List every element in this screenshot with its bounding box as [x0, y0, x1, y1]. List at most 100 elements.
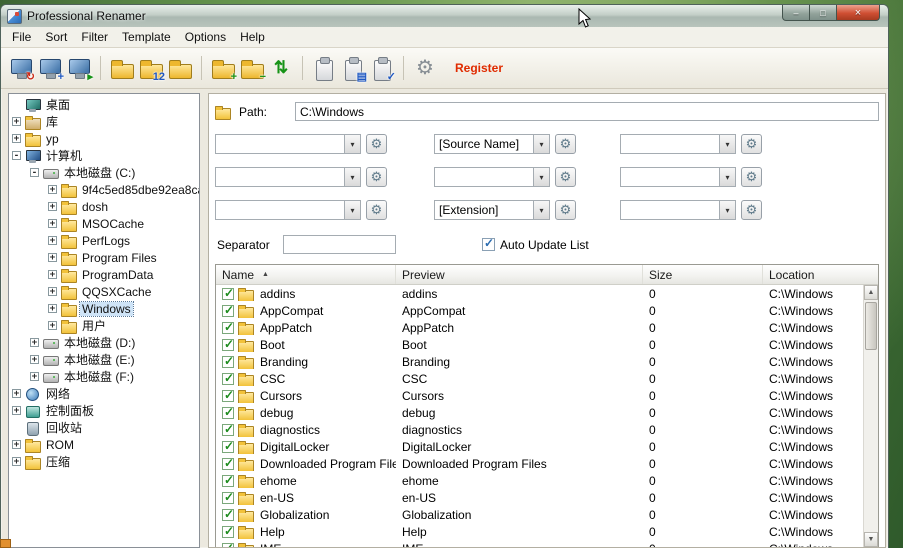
close-button[interactable]: × [837, 5, 880, 21]
column-header[interactable]: Name ▲ [216, 265, 396, 284]
row-checkbox[interactable] [222, 543, 234, 548]
expander-icon[interactable]: + [30, 355, 39, 364]
rule-settings-button[interactable]: ⚙ [741, 134, 762, 154]
tree-item[interactable]: 回收站 [9, 419, 199, 436]
file-row[interactable]: AppPatch AppPatch 0 C:\Windows [216, 319, 863, 336]
rule-settings-button[interactable]: ⚙ [555, 167, 576, 187]
rule-dropdown[interactable]: ▾ [215, 167, 361, 187]
path-input[interactable] [295, 102, 879, 121]
tree-item[interactable]: + Windows [9, 300, 199, 317]
chevron-down-icon[interactable]: ▾ [719, 135, 735, 153]
auto-update-checkbox[interactable] [482, 238, 495, 251]
menu-item[interactable]: Help [233, 28, 272, 46]
tree-item[interactable]: + QQSXCache [9, 283, 199, 300]
tree-item[interactable]: + 本地磁盘 (E:) [9, 351, 199, 368]
row-checkbox[interactable] [222, 509, 234, 521]
expander-icon[interactable]: + [12, 134, 21, 143]
menu-item[interactable]: Sort [38, 28, 74, 46]
chevron-down-icon[interactable]: ▾ [533, 135, 549, 153]
file-row[interactable]: DigitalLocker DigitalLocker 0 C:\Windows [216, 438, 863, 455]
row-checkbox[interactable] [222, 424, 234, 436]
tree-item[interactable]: 桌面 [9, 96, 199, 113]
tree-item[interactable]: + 库 [9, 113, 199, 130]
expander-icon[interactable]: - [12, 151, 21, 160]
tree-item[interactable]: + ROM [9, 436, 199, 453]
rule-dropdown[interactable]: ▾ [434, 167, 550, 187]
chevron-down-icon[interactable]: ▾ [533, 201, 549, 219]
file-row[interactable]: diagnostics diagnostics 0 C:\Windows [216, 421, 863, 438]
file-row[interactable]: debug debug 0 C:\Windows [216, 404, 863, 421]
expander-icon[interactable]: + [48, 236, 57, 245]
row-checkbox[interactable] [222, 475, 234, 487]
expander-icon[interactable]: - [30, 168, 39, 177]
open-folder-icon[interactable] [109, 55, 135, 81]
expander-icon[interactable]: + [12, 457, 21, 466]
row-checkbox[interactable] [222, 441, 234, 453]
column-header[interactable]: Location [763, 265, 863, 284]
file-row[interactable]: ehome ehome 0 C:\Windows [216, 472, 863, 489]
expander-icon[interactable]: + [12, 440, 21, 449]
remove-files-icon[interactable]: − [239, 55, 265, 81]
file-row[interactable]: IME IME 0 C:\Windows [216, 540, 863, 547]
file-row[interactable]: Branding Branding 0 C:\Windows [216, 353, 863, 370]
expander-icon[interactable]: + [48, 202, 57, 211]
rule-dropdown[interactable]: [Source Name] ▾ [434, 134, 550, 154]
expander-icon[interactable]: + [12, 406, 21, 415]
file-row[interactable]: CSC CSC 0 C:\Windows [216, 370, 863, 387]
scrollbar-thumb[interactable] [865, 302, 877, 350]
rule-settings-button[interactable]: ⚙ [366, 167, 387, 187]
tree-item[interactable]: + Program Files [9, 249, 199, 266]
batch-rename-icon[interactable]: 12 [138, 55, 164, 81]
expander-icon[interactable]: + [48, 253, 57, 262]
expander-icon[interactable]: + [30, 372, 39, 381]
maximize-button[interactable]: □ [810, 5, 837, 21]
expander-icon[interactable]: + [48, 321, 57, 330]
row-checkbox[interactable] [222, 322, 234, 334]
rule-settings-button[interactable]: ⚙ [741, 167, 762, 187]
row-checkbox[interactable] [222, 390, 234, 402]
rule-settings-button[interactable]: ⚙ [555, 200, 576, 220]
tree-item[interactable]: + 控制面板 [9, 402, 199, 419]
tree-item[interactable]: + 本地磁盘 (D:) [9, 334, 199, 351]
tree-item[interactable]: + yp [9, 130, 199, 147]
preview-list-icon[interactable]: ✓ [369, 55, 395, 81]
scroll-down-button[interactable]: ▼ [864, 532, 878, 547]
expander-icon[interactable]: + [48, 304, 57, 313]
rule-dropdown[interactable]: ▾ [215, 134, 361, 154]
row-checkbox[interactable] [222, 339, 234, 351]
rule-settings-button[interactable]: ⚙ [366, 200, 387, 220]
row-checkbox[interactable] [222, 373, 234, 385]
expander-icon[interactable]: + [48, 185, 57, 194]
vertical-scrollbar[interactable]: ▲ ▼ [863, 285, 878, 547]
row-checkbox[interactable] [222, 356, 234, 368]
tree-item[interactable]: + 网络 [9, 385, 199, 402]
paste-list-icon[interactable]: ▤ [340, 55, 366, 81]
file-row[interactable]: Boot Boot 0 C:\Windows [216, 336, 863, 353]
file-row[interactable]: Help Help 0 C:\Windows [216, 523, 863, 540]
menu-item[interactable]: Options [178, 28, 233, 46]
rule-dropdown[interactable]: ▾ [620, 200, 736, 220]
expander-icon[interactable]: + [12, 389, 21, 398]
tree-item[interactable]: + dosh [9, 198, 199, 215]
file-row[interactable]: addins addins 0 C:\Windows [216, 285, 863, 302]
file-row[interactable]: Globalization Globalization 0 C:\Windows [216, 506, 863, 523]
chevron-down-icon[interactable]: ▾ [719, 201, 735, 219]
scroll-up-button[interactable]: ▲ [864, 285, 878, 300]
file-row[interactable]: Cursors Cursors 0 C:\Windows [216, 387, 863, 404]
tree-item[interactable]: + 压缩 [9, 453, 199, 470]
row-checkbox[interactable] [222, 526, 234, 538]
chevron-down-icon[interactable]: ▾ [719, 168, 735, 186]
column-header[interactable]: Preview [396, 265, 643, 284]
row-checkbox[interactable] [222, 305, 234, 317]
tree-item[interactable]: + 9f4c5ed85dbe92ea8ca [9, 181, 199, 198]
chevron-down-icon[interactable]: ▾ [344, 201, 360, 219]
refresh-folders-icon[interactable]: ↻ [8, 55, 34, 81]
tree-item[interactable]: + MSOCache [9, 215, 199, 232]
chevron-down-icon[interactable]: ▾ [344, 135, 360, 153]
expander-icon[interactable]: + [30, 338, 39, 347]
row-checkbox[interactable] [222, 492, 234, 504]
add-files-icon[interactable]: + [210, 55, 236, 81]
tree-item[interactable]: + PerfLogs [9, 232, 199, 249]
register-link[interactable]: Register [455, 61, 503, 75]
search-files-icon[interactable]: + [37, 55, 63, 81]
